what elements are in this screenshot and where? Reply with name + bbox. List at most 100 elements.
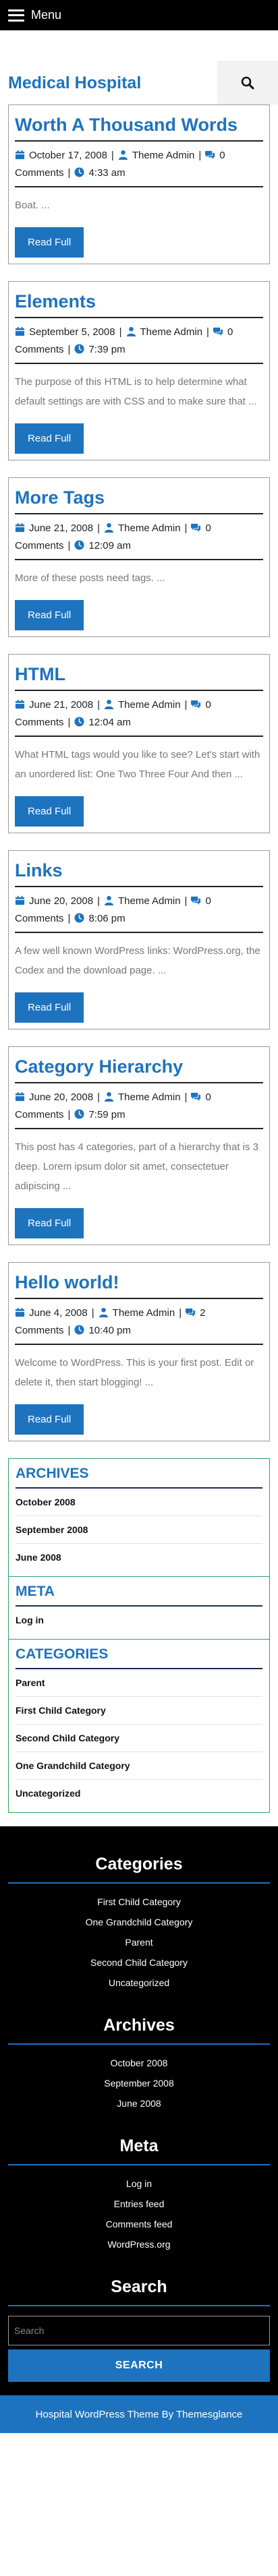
archives-widget-title: ARCHIVES bbox=[16, 1459, 262, 1489]
user-icon bbox=[99, 1308, 108, 1318]
user-icon bbox=[104, 1092, 114, 1102]
post-title[interactable]: Category Hierarchy bbox=[15, 1052, 263, 1084]
post-date[interactable]: June 21, 2008 bbox=[29, 522, 93, 534]
footer-categories-widget: Categories First Child Category One Grand… bbox=[8, 1855, 270, 1993]
footer-categories-title: Categories bbox=[8, 1855, 270, 1884]
read-full-button[interactable]: Read Full bbox=[15, 600, 84, 631]
calendar-icon bbox=[15, 150, 25, 160]
calendar-icon bbox=[15, 1092, 25, 1102]
post-author[interactable]: Theme Admin bbox=[118, 895, 181, 907]
comments-icon bbox=[191, 1093, 201, 1102]
comments-icon bbox=[186, 1309, 196, 1317]
post-title[interactable]: More Tags bbox=[15, 483, 263, 515]
post-title[interactable]: Links bbox=[15, 856, 263, 888]
archives-widget: ARCHIVES October 2008 September 2008 June … bbox=[9, 1459, 269, 1578]
archive-link[interactable]: October 2008 bbox=[16, 1489, 262, 1517]
meta-separator: | bbox=[97, 522, 100, 535]
footer-category-link-list: First Child Category One Grandchild Categ… bbox=[8, 1892, 270, 1993]
clock-icon bbox=[74, 1109, 84, 1119]
post-author[interactable]: Theme Admin bbox=[118, 522, 181, 534]
footer-archives-title: Archives bbox=[8, 2016, 270, 2045]
site-title[interactable]: Medical Hospital bbox=[8, 73, 141, 93]
post-title[interactable]: Elements bbox=[15, 287, 263, 319]
footer-category-link[interactable]: First Child Category bbox=[8, 1892, 270, 1912]
post-author[interactable]: Theme Admin bbox=[140, 326, 203, 338]
post-author[interactable]: Theme Admin bbox=[118, 699, 181, 711]
user-icon bbox=[104, 523, 114, 533]
footer-search-button[interactable]: SEARCH bbox=[8, 2349, 270, 2383]
hamburger-icon[interactable] bbox=[8, 9, 24, 22]
meta-separator: | bbox=[67, 913, 71, 925]
header-search-button[interactable] bbox=[217, 61, 278, 104]
post-author[interactable]: Theme Admin bbox=[118, 1091, 181, 1103]
calendar-icon bbox=[15, 327, 25, 336]
category-link[interactable]: First Child Category bbox=[16, 1697, 262, 1725]
post-author[interactable]: Theme Admin bbox=[113, 1307, 175, 1319]
footer-meta-link[interactable]: WordPress.org bbox=[8, 2234, 270, 2254]
comments-icon bbox=[191, 897, 201, 905]
post-card: More Tags June 21, 2008 | Theme Admin | 0 Com… bbox=[8, 477, 270, 638]
calendar-icon bbox=[15, 1308, 25, 1317]
search-icon bbox=[241, 76, 254, 89]
post-time: 10:40 pm bbox=[88, 1325, 131, 1337]
meta-link-list: Log in bbox=[16, 1607, 262, 1634]
footer-category-link[interactable]: Parent bbox=[8, 1932, 270, 1952]
post-excerpt: This post has 4 categories, part of a hi… bbox=[15, 1141, 259, 1193]
post-list: Worth A Thousand Words October 17, 2008 | T… bbox=[8, 104, 270, 1442]
user-icon bbox=[126, 327, 136, 337]
post-date[interactable]: October 17, 2008 bbox=[29, 150, 107, 161]
archive-link-list: October 2008 September 2008 June 2008 bbox=[16, 1489, 262, 1571]
site-header: Medical Hospital bbox=[0, 30, 278, 104]
post-time: 12:04 am bbox=[88, 717, 131, 729]
footer-meta-link[interactable]: Comments feed bbox=[8, 2214, 270, 2234]
footer-search-input[interactable] bbox=[8, 2316, 270, 2346]
footer-meta-link[interactable]: Log in bbox=[8, 2174, 270, 2194]
meta-separator: | bbox=[67, 167, 71, 179]
menu-toggle-label[interactable]: Menu bbox=[31, 8, 61, 22]
calendar-icon bbox=[15, 896, 25, 905]
post-excerpt: Welcome to WordPress. This is your first… bbox=[15, 1357, 254, 1389]
post-author[interactable]: Theme Admin bbox=[132, 150, 195, 161]
read-full-button[interactable]: Read Full bbox=[15, 796, 84, 827]
category-link[interactable]: Uncategorized bbox=[16, 1780, 262, 1807]
post-date[interactable]: June 20, 2008 bbox=[29, 895, 93, 907]
post-meta: June 20, 2008 | Theme Admin | 0 Comments | 8:0… bbox=[15, 887, 263, 934]
meta-separator: | bbox=[184, 895, 188, 907]
post-title[interactable]: Hello world! bbox=[15, 1268, 263, 1300]
archive-link[interactable]: June 2008 bbox=[16, 1544, 262, 1571]
post-title[interactable]: HTML bbox=[15, 660, 263, 692]
footer-meta-link[interactable]: Entries feed bbox=[8, 2194, 270, 2214]
meta-link[interactable]: Log in bbox=[16, 1607, 262, 1634]
footer-category-link[interactable]: Uncategorized bbox=[8, 1973, 270, 1993]
footer-meta-link-list: Log in Entries feed Comments feed WordPress… bbox=[8, 2174, 270, 2254]
archive-link[interactable]: September 2008 bbox=[16, 1516, 262, 1545]
meta-separator: | bbox=[206, 326, 209, 338]
comments-icon bbox=[205, 150, 215, 160]
read-full-button[interactable]: Read Full bbox=[15, 423, 84, 454]
post-date[interactable]: September 5, 2008 bbox=[29, 326, 115, 338]
post-time: 7:39 pm bbox=[88, 344, 126, 356]
footer-meta-widget: Meta Log in Entries feed Comments feed Word… bbox=[8, 2136, 270, 2254]
category-link[interactable]: Parent bbox=[16, 1669, 262, 1698]
user-icon bbox=[104, 700, 114, 710]
post-date[interactable]: June 21, 2008 bbox=[29, 699, 93, 711]
top-menu-bar: Menu bbox=[0, 0, 278, 30]
footer-search-widget: Search SEARCH bbox=[8, 2277, 270, 2383]
footer-category-link[interactable]: One Grandchild Category bbox=[8, 1912, 270, 1932]
post-title[interactable]: Worth A Thousand Words bbox=[15, 111, 263, 142]
footer-category-link[interactable]: Second Child Category bbox=[8, 1952, 270, 1973]
footer-archive-link[interactable]: June 2008 bbox=[8, 2093, 270, 2114]
post-date[interactable]: June 20, 2008 bbox=[29, 1091, 93, 1103]
category-link[interactable]: Second Child Category bbox=[16, 1725, 262, 1753]
meta-widget: META Log in bbox=[9, 1577, 269, 1640]
post-date[interactable]: June 4, 2008 bbox=[29, 1307, 88, 1319]
meta-separator: | bbox=[111, 150, 114, 162]
read-full-button[interactable]: Read Full bbox=[15, 227, 84, 258]
footer-archive-link[interactable]: October 2008 bbox=[8, 2053, 270, 2073]
footer-archive-link[interactable]: September 2008 bbox=[8, 2073, 270, 2093]
category-link[interactable]: One Grandchild Category bbox=[16, 1752, 262, 1780]
post-time: 12:09 am bbox=[88, 540, 131, 552]
read-full-button[interactable]: Read Full bbox=[15, 1208, 84, 1239]
read-full-button[interactable]: Read Full bbox=[15, 1404, 84, 1435]
read-full-button[interactable]: Read Full bbox=[15, 992, 84, 1023]
